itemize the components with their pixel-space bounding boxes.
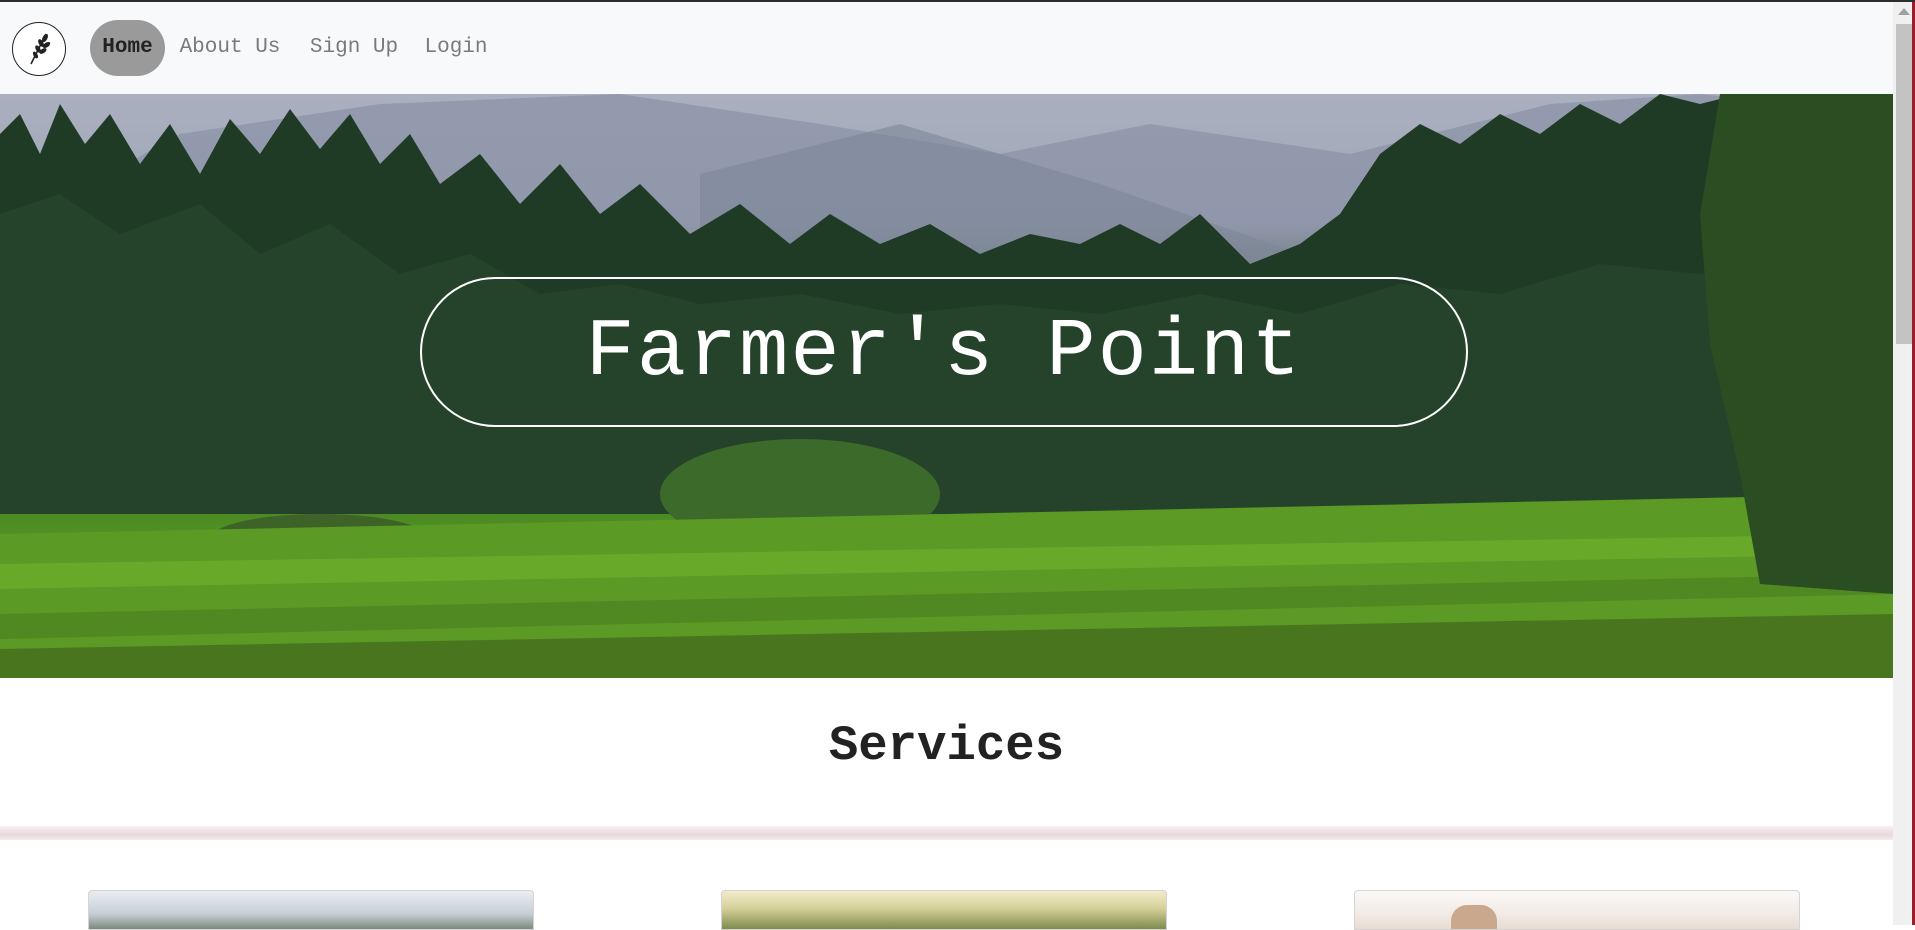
- hero-title: Farmer's Point: [585, 305, 1303, 399]
- section-divider: [0, 826, 1893, 840]
- service-card-3[interactable]: [1354, 890, 1800, 930]
- navbar: Home About Us Sign Up Login: [0, 2, 1893, 94]
- nav-about-us-link[interactable]: About Us: [176, 20, 284, 76]
- service-card-2[interactable]: [721, 890, 1167, 930]
- service-card-1[interactable]: [88, 890, 534, 930]
- nav-login-link[interactable]: Login: [422, 20, 490, 76]
- nav-home-link[interactable]: Home: [90, 20, 165, 76]
- hand-image: [1451, 905, 1497, 929]
- scroll-up-arrow-icon[interactable]: [1898, 8, 1910, 15]
- scrollbar-thumb[interactable]: [1896, 24, 1912, 344]
- site-logo[interactable]: [12, 22, 66, 76]
- nav-sign-up-link[interactable]: Sign Up: [306, 20, 402, 76]
- services-heading: Services: [828, 718, 1065, 774]
- hero-banner: Farmer's Point: [0, 94, 1893, 678]
- wheat-icon: [30, 33, 51, 65]
- hero-title-frame: Farmer's Point: [420, 277, 1468, 427]
